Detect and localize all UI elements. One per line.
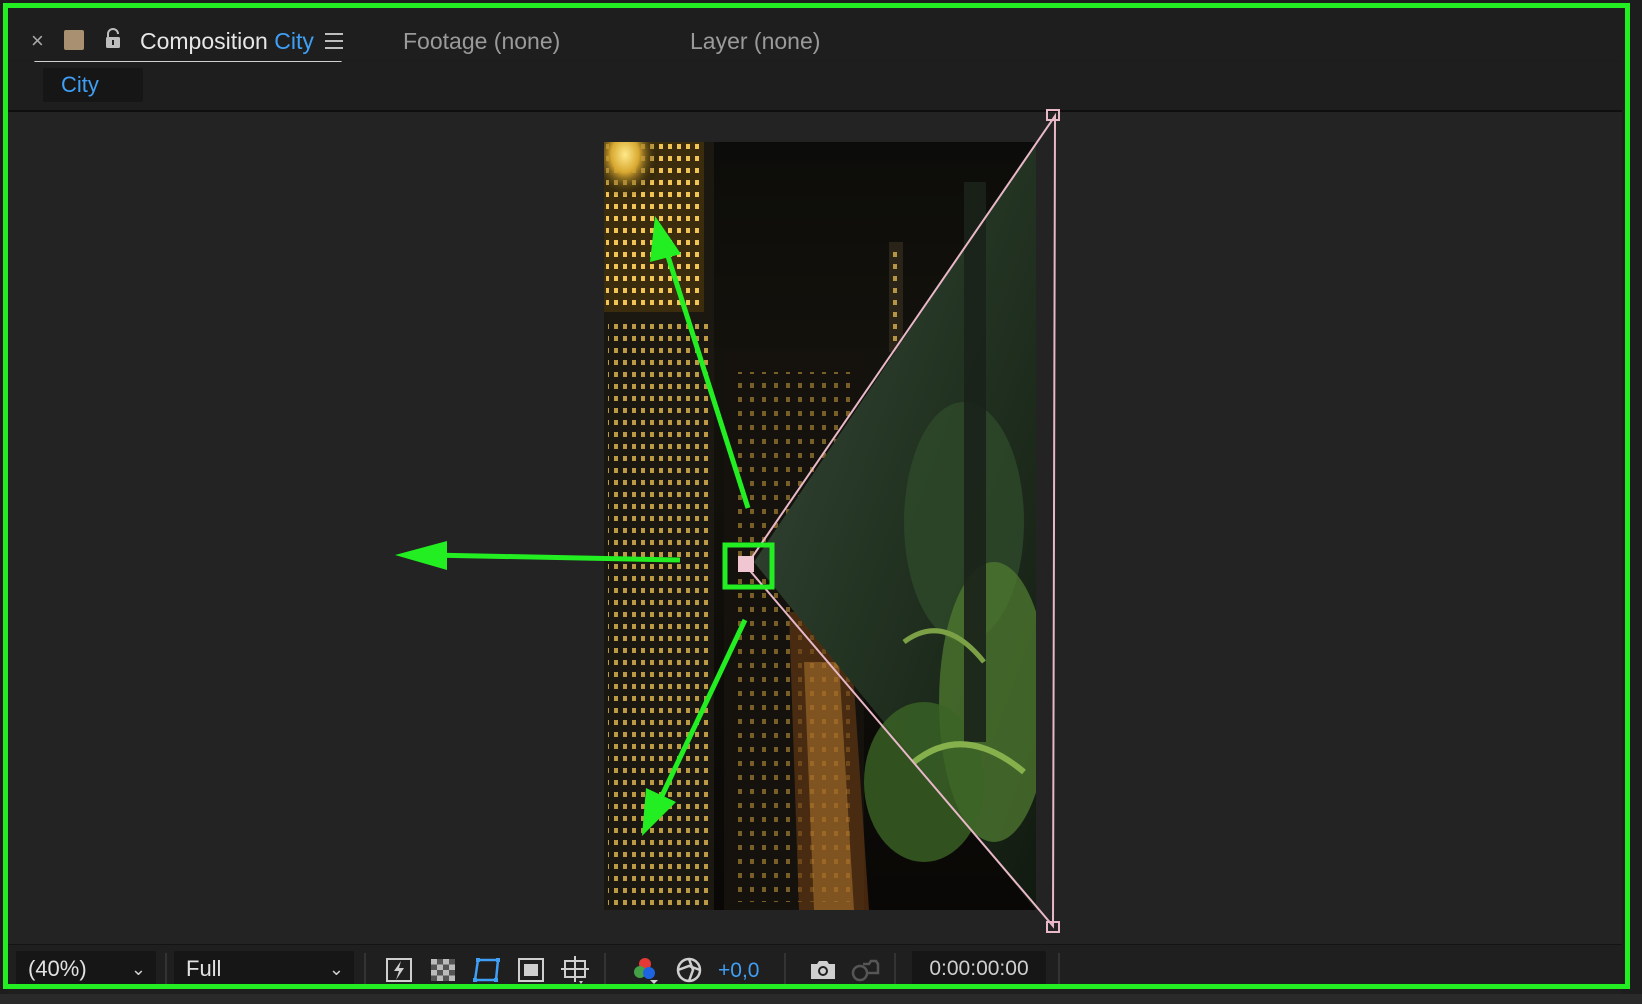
toolbar-divider	[784, 953, 786, 987]
zoom-value: (40%)	[28, 956, 87, 981]
resolution-dropdown[interactable]: Full ⌄	[174, 951, 354, 987]
tab-layer[interactable]: Layer (none)	[690, 28, 820, 55]
chevron-down-icon: ⌄	[130, 959, 146, 979]
guides-icon[interactable]	[560, 955, 590, 985]
composition-frame[interactable]	[604, 142, 1036, 910]
toolbar-divider	[1058, 953, 1060, 987]
tab-footage[interactable]: Footage (none)	[403, 28, 560, 55]
color-management-icon[interactable]	[674, 955, 704, 985]
label-color-swatch[interactable]	[64, 30, 84, 50]
toolbar-divider	[364, 953, 366, 987]
snapshot-icon[interactable]	[808, 955, 838, 985]
panel-tab-bar: × Composition City Footage (none) Layer …	[8, 8, 1622, 64]
zoom-dropdown[interactable]: (40%) ⌄	[16, 951, 156, 987]
composition-breadcrumb-city[interactable]: City	[43, 68, 143, 102]
fast-previews-icon[interactable]	[384, 955, 414, 985]
mask-visibility-icon[interactable]	[516, 955, 546, 985]
tab-composition[interactable]: Composition City	[140, 28, 314, 55]
close-icon[interactable]: ×	[31, 30, 44, 52]
toolbar-divider	[604, 953, 606, 987]
composition-navigator: City	[8, 62, 1622, 112]
region-of-interest-icon[interactable]	[472, 955, 502, 985]
toolbar-divider	[165, 953, 167, 987]
tab-composition-prefix: Composition	[140, 28, 268, 54]
transparency-grid-icon[interactable]	[428, 955, 458, 985]
toolbar-divider	[894, 953, 896, 987]
viewer-toolbar: (40%) ⌄ Full ⌄ +0,0 0:00:00:00	[8, 944, 1622, 995]
resolution-value: Full	[186, 956, 222, 981]
after-effects-composition-panel: × Composition City Footage (none) Layer …	[0, 0, 1642, 1004]
chevron-down-icon: ⌄	[328, 959, 344, 979]
panel-menu-icon[interactable]	[325, 33, 343, 54]
exposure-value[interactable]: +0,0	[718, 959, 759, 983]
current-time-display[interactable]: 0:00:00:00	[912, 951, 1046, 987]
panel-bottom-edge	[0, 994, 1642, 1004]
show-channel-icon[interactable]	[630, 955, 660, 985]
lock-icon[interactable]	[104, 28, 122, 55]
show-snapshot-icon[interactable]	[850, 955, 880, 985]
tab-composition-name: City	[274, 28, 314, 54]
